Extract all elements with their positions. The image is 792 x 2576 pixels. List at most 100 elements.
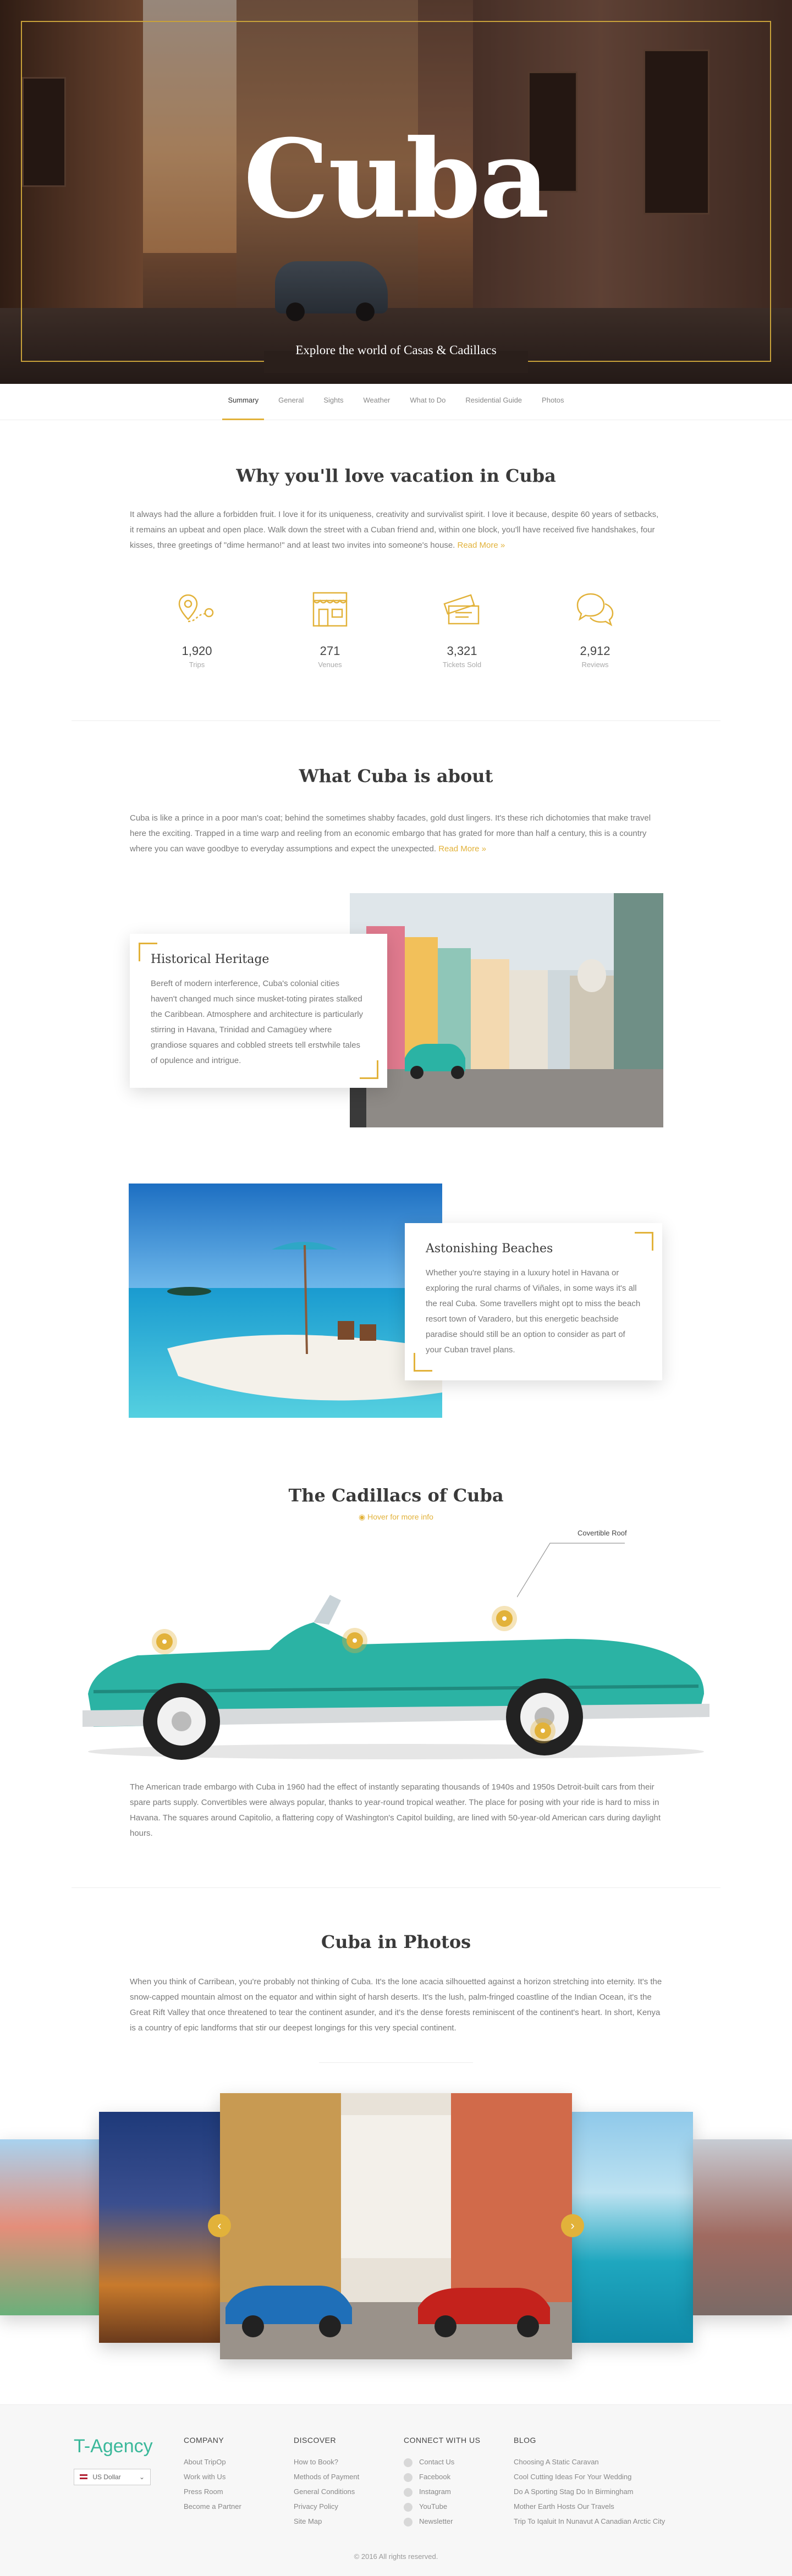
- stat-tickets-label: Tickets Sold: [442, 660, 482, 669]
- youtube-icon: [404, 2502, 413, 2512]
- footer-link[interactable]: Cool Cutting Ideas For Your Wedding: [514, 2469, 665, 2484]
- beaches-card: Astonishing Beaches Whether you're stayi…: [405, 1223, 662, 1380]
- love-heading: Why you'll love vacation in Cuba: [236, 465, 556, 486]
- hero-tagline: Explore the world of Casas & Cadillacs: [295, 343, 497, 357]
- map-pin-route-icon: [178, 594, 214, 623]
- footer-link[interactable]: About TripOp: [184, 2454, 241, 2469]
- about-read-more-link[interactable]: Read More »: [438, 844, 486, 854]
- cadillac-car-illustration: [82, 1595, 710, 1760]
- instagram-icon: [404, 2487, 413, 2497]
- footer-link-youtube[interactable]: YouTube: [404, 2499, 480, 2514]
- gallery-photo-2[interactable]: [99, 2112, 220, 2343]
- footer-link[interactable]: Trip To Iqaluit In Nunavut A Canadian Ar…: [514, 2514, 665, 2529]
- footer-column-discover: DISCOVER How to Book? Methods of Payment…: [294, 2436, 359, 2529]
- footer-link[interactable]: General Conditions: [294, 2484, 359, 2499]
- gallery-photo-5[interactable]: [693, 2139, 792, 2315]
- footer-link-contact[interactable]: Contact Us: [404, 2454, 480, 2469]
- facebook-icon: [404, 2473, 413, 2482]
- stat-tickets-value: 3,321: [447, 644, 477, 658]
- tab-sights[interactable]: Sights: [314, 384, 353, 420]
- hover-hint: ◉ Hover for more info: [0, 1512, 792, 1522]
- tab-summary[interactable]: Summary: [218, 384, 268, 420]
- chat-bubbles-icon: [576, 593, 614, 626]
- footer-link[interactable]: How to Book?: [294, 2454, 359, 2469]
- car-hotspot-wheel[interactable]: [535, 1722, 551, 1739]
- photos-heading: Cuba in Photos: [321, 1931, 471, 1952]
- stat-trips-value: 1,920: [182, 644, 212, 658]
- beaches-text: Whether you're staying in a luxury hotel…: [426, 1268, 641, 1355]
- car-hotspot-roof[interactable]: [496, 1610, 513, 1627]
- footer-link[interactable]: Choosing A Static Caravan: [514, 2454, 665, 2469]
- eye-icon: ◉: [359, 1512, 368, 1521]
- stat-venues-label: Venues: [318, 660, 342, 669]
- gallery-next-button[interactable]: ›: [561, 2214, 584, 2237]
- love-text: It always had the allure a forbidden fru…: [130, 510, 659, 550]
- footer-link-label: Contact Us: [419, 2458, 455, 2466]
- footer-link-label: YouTube: [419, 2502, 448, 2511]
- footer-link-label: Facebook: [419, 2473, 451, 2481]
- chevron-down-icon: ⌄: [139, 2473, 145, 2481]
- beach-illustration: [129, 1184, 442, 1418]
- footer-link-facebook[interactable]: Facebook: [404, 2469, 480, 2484]
- tab-weather[interactable]: Weather: [353, 384, 400, 420]
- photos-paragraph: When you think of Carribean, you're prob…: [130, 1977, 662, 2033]
- currency-select[interactable]: US Dollar ⌄: [74, 2469, 151, 2485]
- about-text: Cuba is like a prince in a poor man's co…: [130, 813, 651, 854]
- section-tabs: Summary General Sights Weather What to D…: [0, 384, 792, 420]
- newsletter-icon: [404, 2517, 413, 2527]
- gallery-photo-4[interactable]: [572, 2112, 693, 2343]
- stat-reviews-label: Reviews: [581, 660, 609, 669]
- footer-column-title: COMPANY: [184, 2436, 224, 2445]
- havana-street-photo: [350, 893, 663, 1127]
- tab-photos[interactable]: Photos: [532, 384, 574, 420]
- footer-brand-logo[interactable]: T-Agency: [74, 2436, 153, 2457]
- cadillacs-heading: The Cadillacs of Cuba: [288, 1485, 504, 1506]
- love-paragraph: It always had the allure a forbidden fru…: [130, 507, 662, 553]
- footer-link-label: Instagram: [419, 2487, 451, 2496]
- stat-trips: 1,920 Trips: [147, 587, 246, 669]
- beaches-title: Astonishing Beaches: [426, 1242, 553, 1256]
- footer-link-label: Newsletter: [419, 2517, 453, 2525]
- callout-label: Covertible Roof: [578, 1529, 627, 1537]
- footer-link[interactable]: Site Map: [294, 2514, 359, 2529]
- site-footer: T-Agency US Dollar ⌄ COMPANY About TripO…: [0, 2404, 792, 2576]
- copyright-text: © 2016 All rights reserved.: [354, 2552, 438, 2561]
- tab-general[interactable]: General: [268, 384, 314, 420]
- gallery-photo-featured[interactable]: [220, 2093, 572, 2359]
- section-divider: [319, 2062, 473, 2063]
- about-heading: What Cuba is about: [299, 766, 493, 786]
- heritage-card: Historical Heritage Bereft of modern int…: [130, 934, 387, 1088]
- tab-residential-guide[interactable]: Residential Guide: [455, 384, 532, 420]
- footer-link[interactable]: Do A Sporting Stag Do In Birmingham: [514, 2484, 665, 2499]
- gallery-prev-button[interactable]: ‹: [208, 2214, 231, 2237]
- footer-link-instagram[interactable]: Instagram: [404, 2484, 480, 2499]
- love-read-more-link[interactable]: Read More »: [458, 541, 505, 550]
- stat-reviews: 2,912 Reviews: [546, 587, 645, 669]
- section-divider: [72, 720, 721, 721]
- card-corner-accent: [139, 943, 157, 961]
- footer-link[interactable]: Privacy Policy: [294, 2499, 359, 2514]
- footer-link-newsletter[interactable]: Newsletter: [404, 2514, 480, 2529]
- hover-hint-text: Hover for more info: [367, 1512, 433, 1521]
- us-flag-icon: [80, 2474, 87, 2479]
- car-hotspot-front[interactable]: [156, 1633, 173, 1650]
- footer-link[interactable]: Press Room: [184, 2484, 241, 2499]
- footer-link[interactable]: Become a Partner: [184, 2499, 241, 2514]
- stat-venues-value: 271: [320, 644, 340, 658]
- footer-link[interactable]: Mother Earth Hosts Our Travels: [514, 2499, 665, 2514]
- car-hotspot-door[interactable]: [346, 1632, 363, 1649]
- stat-reviews-value: 2,912: [580, 644, 610, 658]
- storefront-icon: [312, 592, 348, 627]
- footer-link[interactable]: Work with Us: [184, 2469, 241, 2484]
- tab-what-to-do[interactable]: What to Do: [400, 384, 455, 420]
- footer-link[interactable]: Methods of Payment: [294, 2469, 359, 2484]
- footer-column-company: COMPANY About TripOp Work with Us Press …: [184, 2436, 241, 2514]
- beach-photo: [129, 1184, 442, 1418]
- gallery-photo-1[interactable]: [0, 2139, 99, 2315]
- card-corner-accent: [635, 1232, 653, 1251]
- stat-tickets: 3,321 Tickets Sold: [413, 587, 512, 669]
- footer-column-blog: BLOG Choosing A Static Caravan Cool Cutt…: [514, 2436, 665, 2529]
- heritage-text: Bereft of modern interference, Cuba's co…: [151, 979, 364, 1065]
- footer-column-connect: CONNECT WITH US Contact Us Facebook Inst…: [404, 2436, 480, 2529]
- havana-cars-illustration: [220, 2093, 572, 2359]
